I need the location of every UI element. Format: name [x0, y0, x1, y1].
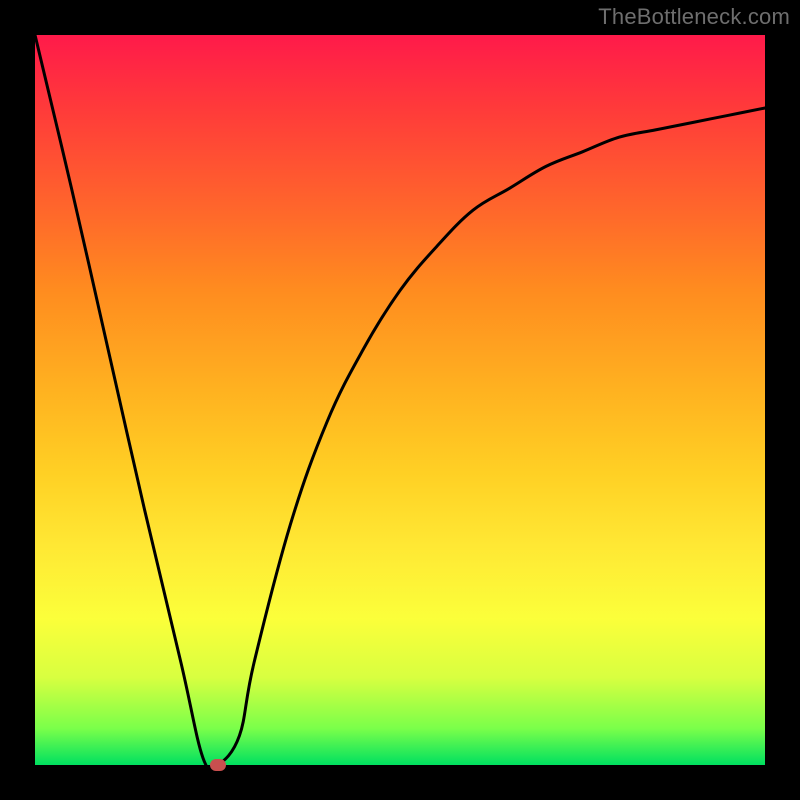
watermark-text: TheBottleneck.com — [598, 4, 790, 30]
bottleneck-curve — [35, 35, 765, 770]
plot-area — [35, 35, 765, 765]
curve-layer — [35, 35, 765, 765]
chart-frame: TheBottleneck.com — [0, 0, 800, 800]
optimum-marker — [210, 759, 226, 771]
